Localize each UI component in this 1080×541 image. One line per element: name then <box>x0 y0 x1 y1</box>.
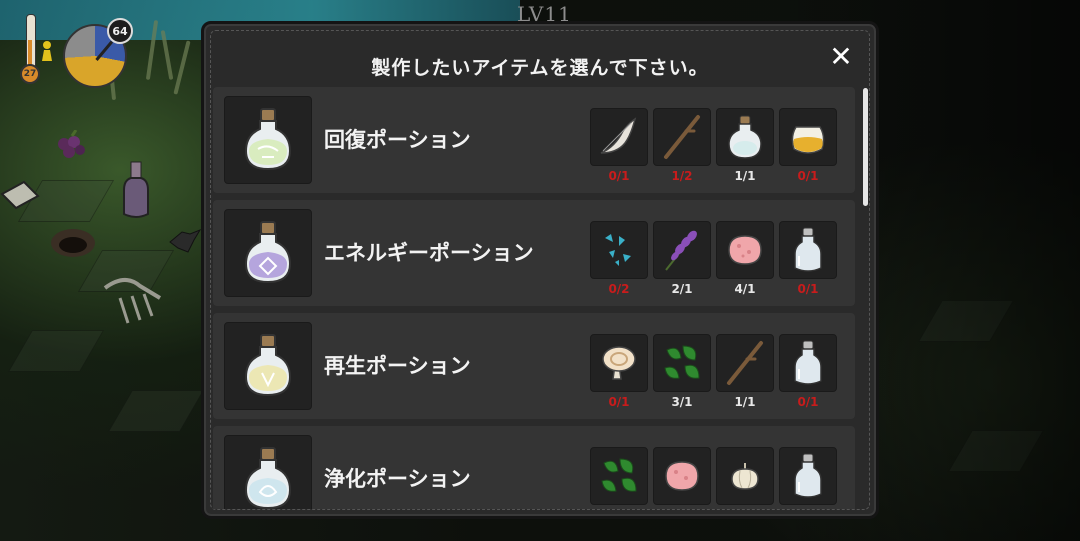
ingredient-slot[interactable] <box>653 108 711 166</box>
green-leaves-icon <box>664 345 700 379</box>
ingredient-count: 0/1 <box>608 169 630 183</box>
empty-bottle-icon <box>794 227 822 272</box>
recipe-name: 浄化ポーション <box>324 467 471 491</box>
empty-bottle-icon <box>794 453 822 498</box>
lavender-icon <box>665 230 697 271</box>
branch-icon <box>664 115 700 159</box>
ingredient-count: 0/1 <box>797 395 819 409</box>
ground-tile <box>107 390 205 432</box>
recipe-row[interactable]: 回復ポーション 0/1 1/2 1/1 0/1 <box>213 87 855 193</box>
feather-herb-icon <box>600 117 637 154</box>
ingredient-count: 0/1 <box>608 395 630 409</box>
ingredient-count: 4/1 <box>734 282 756 296</box>
purification-potion-icon <box>244 447 292 509</box>
ingredient-slot[interactable] <box>716 221 774 279</box>
regeneration-potion-icon <box>244 334 292 397</box>
garlic-icon <box>731 463 759 490</box>
branch-icon <box>727 341 763 385</box>
list-scrollbar[interactable] <box>863 88 868 206</box>
empty-bottle-icon <box>794 340 822 385</box>
ingredient-slot[interactable] <box>590 108 648 166</box>
ingredient-slot[interactable] <box>716 334 774 392</box>
ingredient-slot[interactable] <box>653 221 711 279</box>
recipe-name: 再生ポーション <box>324 354 471 378</box>
ingredient-count: 0/1 <box>797 282 819 296</box>
honey-jar-icon <box>791 126 825 154</box>
ingredient-slot[interactable] <box>653 447 711 505</box>
ingredient-count: 3/1 <box>671 395 693 409</box>
ingredient-count: 0/1 <box>797 169 819 183</box>
ingredient-slot[interactable] <box>779 108 837 166</box>
ingredient-slot[interactable] <box>590 334 648 392</box>
pink-stone-icon <box>665 461 699 491</box>
potion-thumbnail <box>224 435 312 509</box>
ingredient-slot[interactable] <box>653 334 711 392</box>
recipe-row[interactable]: 再生ポーション 0/1 3/1 1/1 0/1 <box>213 313 855 419</box>
burrow-icon <box>51 229 95 257</box>
ingredient-count: 1/1 <box>734 395 756 409</box>
close-button[interactable]: ✕ <box>826 42 856 72</box>
blue-crystals-icon <box>605 234 631 266</box>
recipe-name: エネルギーポーション <box>324 241 534 265</box>
ingredient-slot[interactable] <box>716 108 774 166</box>
potion-thumbnail <box>224 209 312 297</box>
recipe-row[interactable]: エネルギーポーション 0/2 2/1 4/1 0/1 <box>213 200 855 306</box>
ingredient-slot[interactable] <box>779 334 837 392</box>
recipe-list[interactable]: 回復ポーション 0/1 1/2 1/1 0/1 エネルギーポーション 0/2 2… <box>213 87 857 509</box>
small-potion-icon <box>728 115 762 159</box>
ingredient-slot[interactable] <box>779 447 837 505</box>
potion-thumbnail <box>224 322 312 410</box>
pink-stone-icon <box>728 235 762 265</box>
grapes-icon <box>58 130 85 158</box>
ingredient-count: 0/2 <box>608 282 630 296</box>
recipe-name: 回復ポーション <box>324 128 471 152</box>
crow-icon <box>169 228 202 253</box>
ingredient-slot[interactable] <box>716 447 774 505</box>
panel-title: 製作したいアイテムを選んで下さい。 <box>371 57 709 79</box>
healing-potion-icon <box>244 108 292 171</box>
bone-pile-icon <box>103 278 162 324</box>
energy-potion-icon <box>244 221 292 284</box>
book-icon <box>0 180 40 210</box>
clock-hand <box>95 40 114 61</box>
ingredient-slot[interactable] <box>590 221 648 279</box>
ingredient-slot[interactable] <box>590 447 648 505</box>
green-leaves-icon <box>601 458 637 492</box>
person-icon <box>42 41 52 61</box>
ingredient-slot[interactable] <box>779 221 837 279</box>
mushroom-icon <box>602 346 636 380</box>
grass-blade <box>173 40 191 95</box>
recipe-row[interactable]: 浄化ポーション <box>213 426 855 509</box>
thermometer: 27 <box>20 14 40 86</box>
day-counter: 64 <box>107 18 133 44</box>
ingredient-count: 1/1 <box>734 169 756 183</box>
ground-tile <box>7 330 105 372</box>
world-bottle-icon <box>123 161 149 218</box>
ingredient-count: 2/1 <box>671 282 693 296</box>
crafting-panel: 製作したいアイテムを選んで下さい。 ✕ 回復ポーション 0/1 1/2 1/1 … <box>201 21 879 519</box>
temperature-value: 27 <box>20 64 40 84</box>
potion-thumbnail <box>224 96 312 184</box>
ingredient-count: 1/2 <box>671 169 693 183</box>
